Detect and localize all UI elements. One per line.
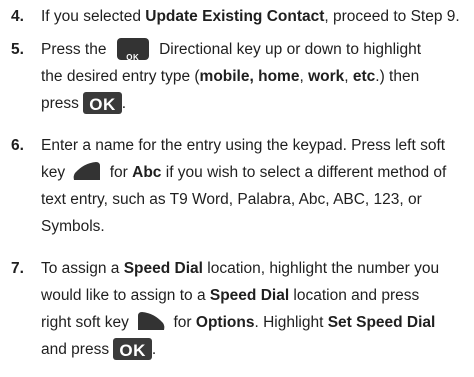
text-run: , [344,68,353,85]
bold-term: Speed Dial [123,260,203,277]
step-number: 6. [11,137,24,154]
step-text: Enter a name for the entry using the key… [41,132,471,240]
step-text: To assign a Speed Dial location, highlig… [41,255,471,363]
text-run: and press [41,341,114,358]
text-run: location and press [289,287,420,304]
text-line: press OK. [41,90,471,117]
text-line: To assign a Speed Dial location, highlig… [41,255,471,282]
text-run: If you selected [41,8,146,25]
text-line: Enter a name for the entry using the key… [41,132,471,159]
bold-term: Options [195,314,255,331]
right-soft-key-icon [136,311,166,331]
bold-term: mobile, home [199,68,300,85]
text-line: text entry, such as T9 Word, Palabra, Ab… [41,186,471,213]
text-line: Press the OK Directional key up or down … [41,36,471,63]
step-number: 4. [11,8,24,25]
text-run: for [169,314,196,331]
text-line: Symbols. [41,213,471,240]
step-number: 7. [11,260,24,277]
text-run: .) then [375,68,420,85]
text-line: the desired entry type (mobile, home, wo… [41,63,471,90]
text-line: key for Abc if you wish to select a diff… [41,159,471,186]
ok-key-icon: OK [113,337,152,360]
text-run: press [41,95,84,112]
text-run: . Highlight [254,314,328,331]
text-line: If you selected Update Existing Contact,… [41,3,471,30]
bold-term: Set Speed Dial [327,314,436,331]
text-line: and press OK. [41,336,471,363]
step-text: Press the OK Directional key up or down … [41,36,471,117]
text-run: Press the [41,41,111,58]
text-run: location, highlight the number you [202,260,440,277]
step-number: 5. [11,41,24,58]
directional-ok-key-icon: OK [116,37,149,62]
key-label: OK [126,52,140,62]
text-run: Directional key up or down to highlight [154,41,422,58]
left-soft-key-icon [72,161,102,181]
bold-term: Speed Dial [209,287,290,304]
bold-term: work [308,68,345,85]
text-run: for [105,164,133,181]
text-run: right soft key [41,314,134,331]
bold-term: Abc [132,164,162,181]
text-run: . [151,341,157,358]
text-line: right soft key for Options. Highlight Se… [41,309,471,336]
text-run: , [299,68,309,85]
text-run: , proceed to Step 9. [324,8,460,25]
step-text: If you selected Update Existing Contact,… [41,3,471,30]
text-run: Enter a name for the entry using the key… [41,137,446,154]
text-run: if you wish to select a different method… [161,164,447,181]
key-label: OK [89,94,116,114]
text-run: To assign a [41,260,124,277]
text-run: . [121,95,127,112]
bold-term: etc [352,68,376,85]
text-run: text entry, such as T9 Word, Palabra, Ab… [41,191,422,208]
text-line: would like to assign to a Speed Dial loc… [41,282,471,309]
text-run: would like to assign to a [41,287,210,304]
ok-key-icon: OK [83,91,122,114]
key-label: OK [119,340,146,360]
text-run: key [41,164,70,181]
bold-term: Update Existing Contact [145,8,325,25]
text-run: Symbols. [41,218,105,235]
